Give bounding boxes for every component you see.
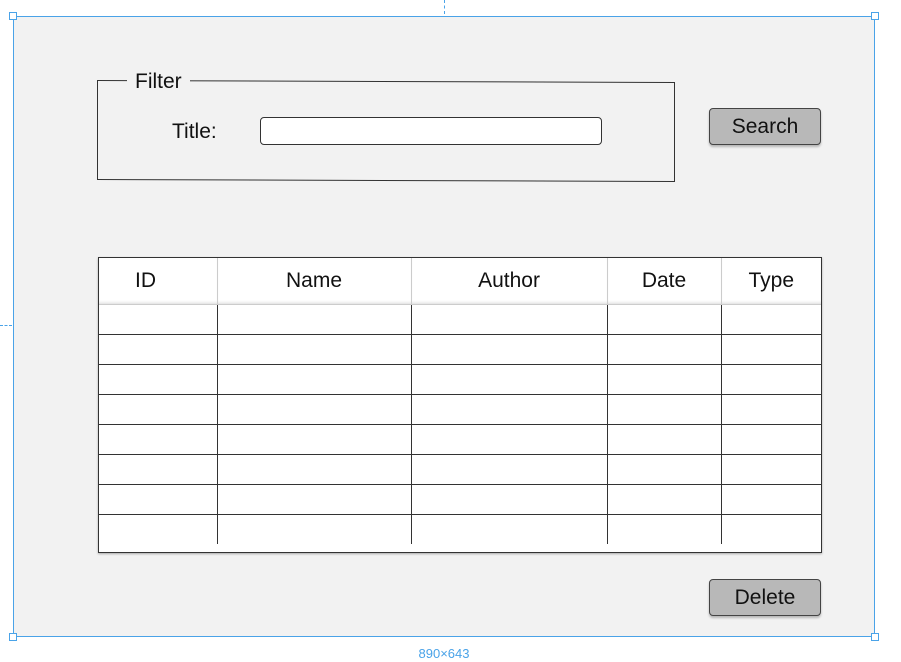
table-cell [411, 514, 608, 544]
resize-handle-top-right[interactable] [871, 12, 879, 20]
title-label: Title: [172, 120, 217, 143]
table-cell [217, 514, 412, 544]
table-row[interactable] [99, 334, 821, 365]
table-cell [607, 334, 722, 365]
canvas-size-label: 890×643 [418, 646, 470, 661]
table-cell [411, 454, 608, 485]
column-header-type[interactable]: Type [721, 258, 821, 305]
table-cell [721, 484, 821, 515]
table-cell [721, 364, 821, 395]
table-cell [721, 394, 821, 425]
table-cell [607, 304, 722, 335]
table-header-row: ID Name Author Date Type [99, 258, 821, 305]
table-row[interactable] [99, 514, 821, 545]
table-cell [721, 304, 821, 335]
table-cell [721, 515, 821, 545]
column-header-date[interactable]: Date [607, 258, 722, 305]
table-cell [99, 304, 218, 335]
table-cell [607, 424, 722, 455]
table-cell [721, 424, 821, 455]
search-button[interactable]: Search [709, 108, 821, 145]
table-cell [411, 484, 608, 515]
table-row[interactable] [99, 364, 821, 395]
table-cell [217, 334, 412, 365]
table-row[interactable] [99, 454, 821, 485]
table-cell [411, 394, 608, 425]
table-cell [607, 394, 722, 425]
table-cell [411, 304, 608, 335]
table-cell [217, 364, 412, 395]
table-cell [721, 334, 821, 365]
results-table: ID Name Author Date Type [98, 257, 822, 553]
table-cell [99, 484, 218, 515]
table-cell [99, 394, 218, 425]
title-input[interactable] [260, 117, 602, 145]
table-row[interactable] [99, 484, 821, 515]
table-row[interactable] [99, 394, 821, 425]
table-cell [217, 394, 412, 425]
table-cell [99, 364, 218, 395]
table-cell [411, 424, 608, 455]
vertical-guide [444, 0, 445, 14]
table-cell [411, 334, 608, 365]
resize-handle-bottom-right[interactable] [871, 633, 879, 641]
table-row[interactable] [99, 304, 821, 335]
table-cell [411, 364, 608, 395]
table-cell [217, 424, 412, 455]
table-cell [607, 454, 722, 485]
column-header-name[interactable]: Name [217, 258, 412, 305]
table-cell [99, 514, 218, 544]
table-cell [217, 304, 412, 335]
resize-handle-top-left[interactable] [9, 12, 17, 20]
table-cell [99, 424, 218, 455]
resize-handle-bottom-left[interactable] [9, 633, 17, 641]
filter-legend: Filter [127, 70, 190, 94]
column-header-id[interactable]: ID [99, 258, 218, 305]
table-cell [721, 454, 821, 485]
table-cell [607, 364, 722, 395]
table-cell [99, 334, 218, 365]
table-cell [99, 454, 218, 485]
table-cell [607, 514, 722, 544]
table-cell [607, 484, 722, 515]
delete-button[interactable]: Delete [709, 579, 821, 616]
table-row[interactable] [99, 424, 821, 455]
column-header-author[interactable]: Author [411, 258, 608, 305]
horizontal-guide [0, 325, 12, 326]
table-cell [217, 454, 412, 485]
table-cell [217, 484, 412, 515]
